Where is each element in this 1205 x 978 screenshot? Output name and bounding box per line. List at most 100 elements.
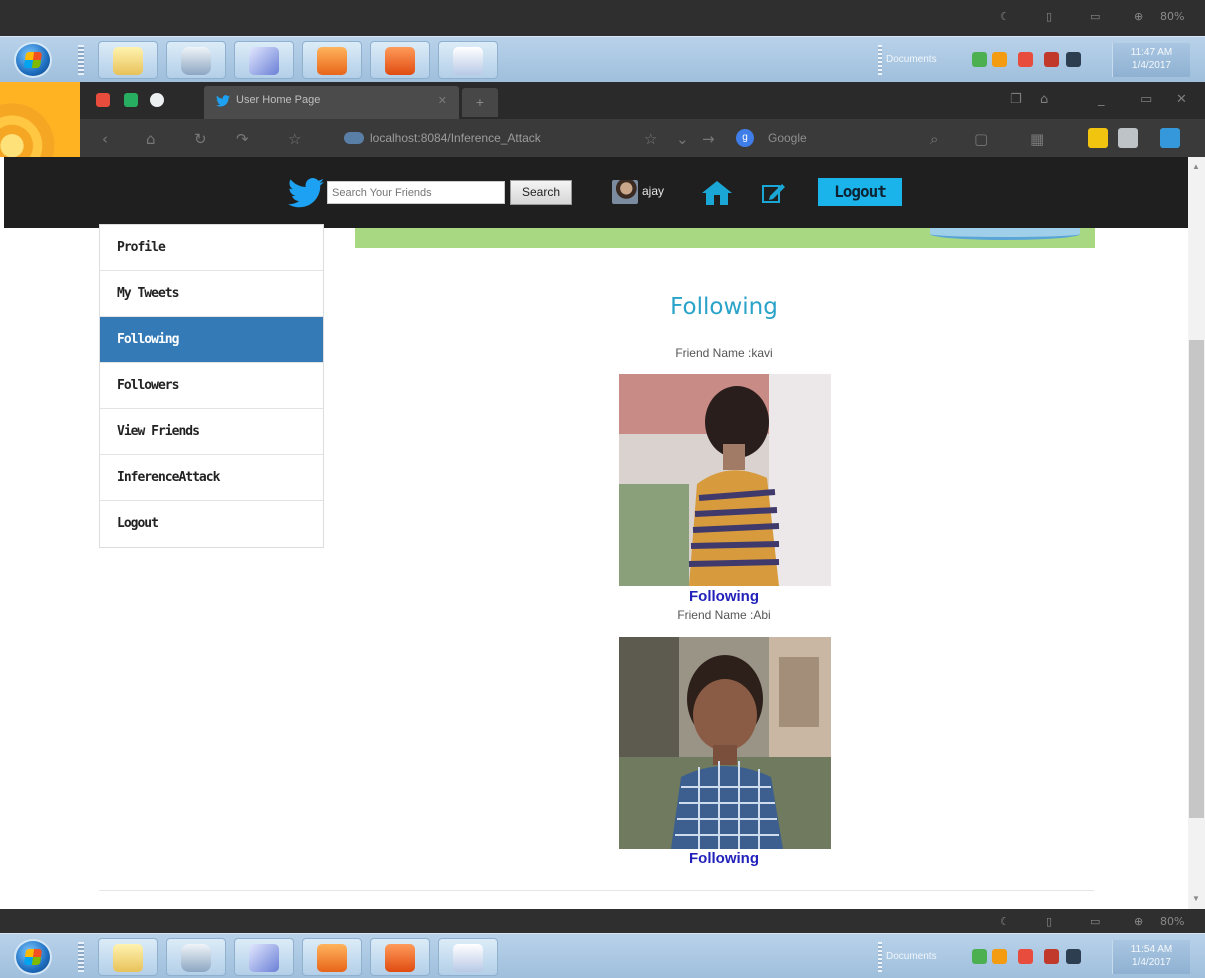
network-tray-icon[interactable] xyxy=(972,52,987,67)
volume-tray-icon[interactable] xyxy=(1044,52,1059,67)
close-window-icon[interactable]: ✕ xyxy=(1176,92,1187,107)
restore-icon[interactable]: ❐ xyxy=(1010,92,1022,107)
night-mode-icon: ☾ xyxy=(1000,10,1010,23)
start-button[interactable] xyxy=(14,42,52,78)
dropdown-icon[interactable]: ⌄ xyxy=(676,130,689,148)
start-button[interactable] xyxy=(14,939,52,975)
word-button[interactable] xyxy=(438,41,498,79)
display-icon: ▭ xyxy=(1090,915,1101,928)
sidebar-item-view-friends[interactable]: View Friends xyxy=(100,409,323,455)
sidebar: Profile My Tweets Following Followers Vi… xyxy=(99,224,324,548)
footer-divider xyxy=(99,890,1094,891)
documents-toolbar[interactable]: Documents xyxy=(848,938,956,976)
scrollbar-thumb[interactable] xyxy=(1189,340,1204,818)
sidebar-item-logout[interactable]: Logout xyxy=(100,501,323,547)
sheets-bookmark-icon[interactable] xyxy=(124,93,138,107)
menu-grid-icon[interactable]: ▦ xyxy=(1030,130,1044,148)
system-status-strip-bottom: ☾ ▯ ▭ ⊕ 80% xyxy=(0,909,1205,933)
friend-name-label: Friend Name :kavi xyxy=(675,346,773,360)
extension-notes-icon[interactable] xyxy=(1088,128,1108,148)
scroll-down-icon[interactable]: ▼ xyxy=(1192,894,1200,903)
sidebar-item-followers[interactable]: Followers xyxy=(100,363,323,409)
extension-translate-icon[interactable] xyxy=(1160,128,1180,148)
logout-button[interactable]: Logout xyxy=(818,178,902,206)
glassfish-button[interactable] xyxy=(370,41,430,79)
username[interactable]: ajay xyxy=(642,184,664,198)
favorite-star-icon[interactable]: ☆ xyxy=(644,130,657,148)
sidebar-item-profile[interactable]: Profile xyxy=(100,225,323,271)
twitter-favicon-icon xyxy=(216,95,230,107)
sidebar-item-my-tweets[interactable]: My Tweets xyxy=(100,271,323,317)
file-explorer-button[interactable] xyxy=(98,938,158,976)
word-button[interactable] xyxy=(438,938,498,976)
home-icon[interactable] xyxy=(700,178,734,208)
following-link[interactable]: Following xyxy=(604,850,844,867)
eclipse-button[interactable] xyxy=(234,41,294,79)
close-tab-icon[interactable]: ✕ xyxy=(438,94,447,107)
new-tab-button[interactable]: + xyxy=(462,88,498,117)
documents-toolbar[interactable]: Documents xyxy=(848,41,956,79)
system-status-strip: ☾ ▯ ▭ ⊕ 80% xyxy=(0,0,1205,36)
minimize-icon[interactable]: _ xyxy=(1098,92,1105,107)
eclipse-button[interactable] xyxy=(234,938,294,976)
browser-tab-bar xyxy=(0,82,1205,119)
undo-icon[interactable]: ↷ xyxy=(236,130,249,148)
display-icon: ▭ xyxy=(1090,10,1101,23)
page-title: Following xyxy=(670,294,778,320)
gmail-bookmark-icon[interactable] xyxy=(96,93,110,107)
taskbar: Documents 11:47 AM 1/4/2017 xyxy=(0,36,1205,82)
avatar[interactable] xyxy=(612,180,638,204)
magnifier-icon[interactable]: ⌕ xyxy=(930,130,938,148)
bookmark-star-icon[interactable]: ☆ xyxy=(288,130,301,148)
zoom-level: 80% xyxy=(1160,10,1185,23)
flag-tray-icon[interactable] xyxy=(1018,52,1033,67)
app-tray-icon[interactable] xyxy=(992,949,1007,964)
friend-name-label: Friend Name :Abi xyxy=(677,608,771,622)
zoom-icon: ⊕ xyxy=(1134,915,1144,928)
search-engine-icon: g xyxy=(736,129,754,147)
search-button[interactable]: Search xyxy=(510,180,572,205)
clock[interactable]: 11:47 AM 1/4/2017 xyxy=(1112,43,1190,77)
app-tray-icon[interactable] xyxy=(992,52,1007,67)
power-tray-icon[interactable] xyxy=(1066,52,1081,67)
file-explorer-button[interactable] xyxy=(98,41,158,79)
url-field[interactable]: localhost:8084/Inference_Attack xyxy=(336,126,676,150)
extension-mail-icon[interactable] xyxy=(1118,128,1138,148)
back-icon[interactable]: ‹ xyxy=(102,130,108,148)
following-link[interactable]: Following xyxy=(604,588,844,605)
home-nav-icon[interactable]: ⌂ xyxy=(146,130,156,148)
chrome-bookmark-icon[interactable] xyxy=(150,93,164,107)
search-engine-field[interactable]: g Google xyxy=(736,126,976,150)
friend-photo-kavi xyxy=(619,374,831,586)
virtualbox-button[interactable] xyxy=(166,938,226,976)
tab-user-home-page[interactable]: User Home Page ✕ xyxy=(204,86,459,119)
search-friends-input[interactable] xyxy=(327,181,505,204)
shirt-icon[interactable]: ⌂ xyxy=(1040,92,1048,107)
network-tray-icon[interactable] xyxy=(972,949,987,964)
sidebar-item-following[interactable]: Following xyxy=(100,317,323,363)
taskbar-grip xyxy=(78,942,84,972)
reload-icon[interactable]: ↻ xyxy=(194,130,207,148)
uc-browser-button[interactable] xyxy=(302,41,362,79)
zoom-icon: ⊕ xyxy=(1134,10,1144,23)
site-info-icon[interactable] xyxy=(344,132,364,144)
friend-photo xyxy=(619,637,831,849)
site-header xyxy=(4,157,1188,228)
go-icon[interactable]: → xyxy=(702,130,715,148)
friend-photo xyxy=(619,374,831,586)
screenshot-icon[interactable]: ▢ xyxy=(974,130,988,148)
virtualbox-button[interactable] xyxy=(166,41,226,79)
tab-title: User Home Page xyxy=(236,94,321,106)
maximize-icon[interactable]: ▭ xyxy=(1140,92,1152,107)
scroll-up-icon[interactable]: ▲ xyxy=(1192,162,1200,171)
sidebar-item-inference-attack[interactable]: InferenceAttack xyxy=(100,455,323,501)
volume-tray-icon[interactable] xyxy=(1044,949,1059,964)
flag-tray-icon[interactable] xyxy=(1018,949,1033,964)
browser-logo-icon xyxy=(0,82,80,157)
uc-browser-button[interactable] xyxy=(302,938,362,976)
clock[interactable]: 11:54 AM 1/4/2017 xyxy=(1112,940,1190,974)
compose-icon[interactable] xyxy=(760,180,786,206)
power-tray-icon[interactable] xyxy=(1066,949,1081,964)
glassfish-button[interactable] xyxy=(370,938,430,976)
twitter-logo-icon[interactable] xyxy=(288,178,324,208)
